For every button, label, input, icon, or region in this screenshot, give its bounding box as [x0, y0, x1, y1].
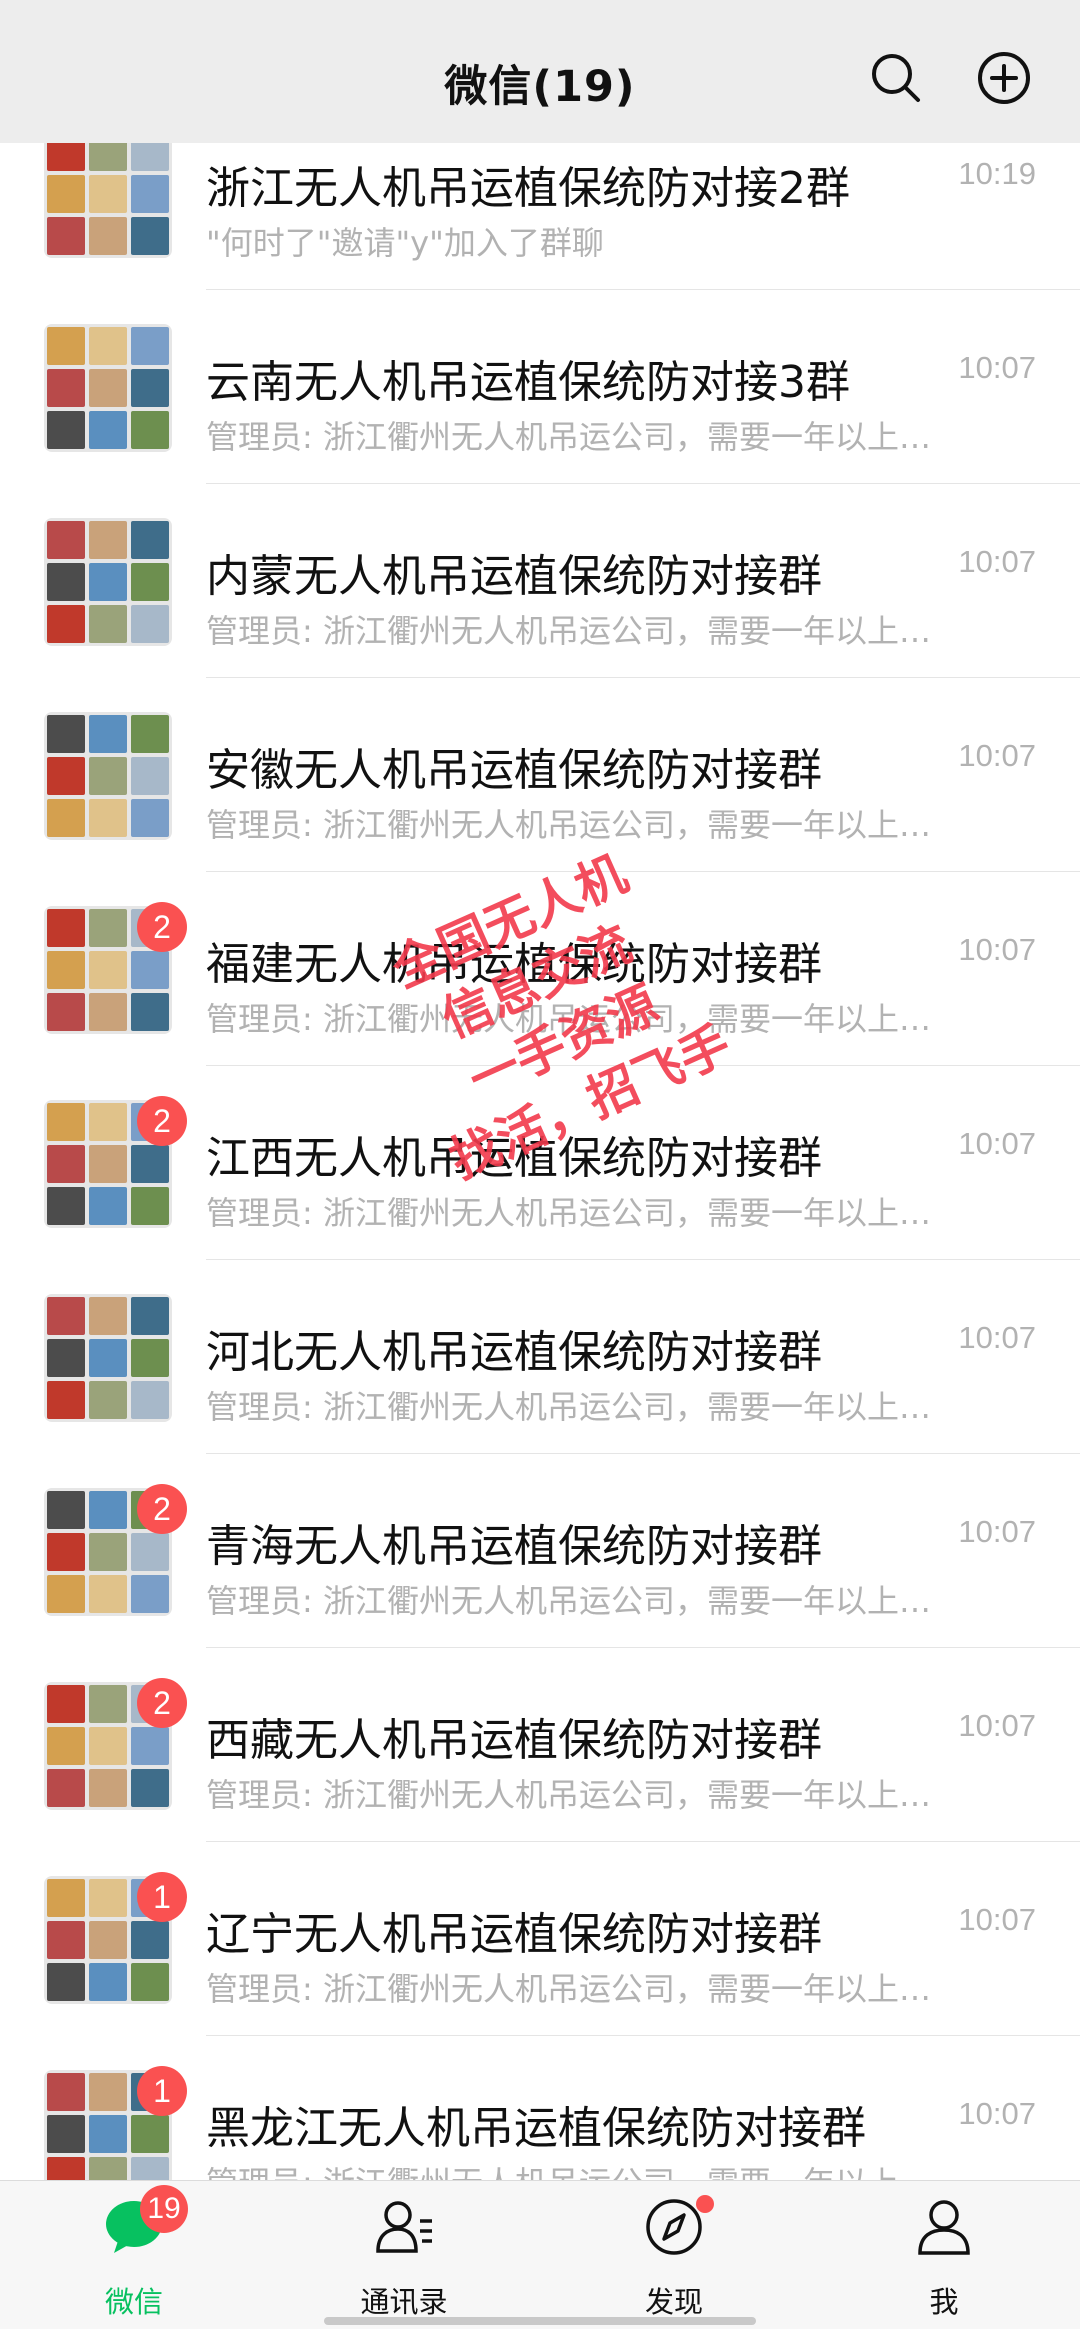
- group-avatar: [44, 324, 172, 452]
- chat-row[interactable]: 2 福建无人机吊运植保统防对接群 10:07 管理员: 浙江衢州无人机吊运公司，需要一…: [0, 872, 1080, 1066]
- chat-time: 10:07: [958, 1708, 1036, 1743]
- chat-time: 10:07: [958, 350, 1036, 385]
- chat-preview: 管理员: 浙江衢州无人机吊运公司，需要一年以上…: [206, 1776, 931, 1814]
- chat-preview: 管理员: 浙江衢州无人机吊运公司，需要一年以上…: [206, 612, 931, 650]
- tab-label: 微信: [104, 2285, 163, 2319]
- chat-preview: 管理员: 浙江衢州无人机吊运公司，需要一年以上…: [206, 806, 931, 844]
- group-avatar: [44, 712, 172, 840]
- unread-badge: 1: [137, 2066, 187, 2116]
- chat-preview: 管理员: 浙江衢州无人机吊运公司，需要一年以上…: [206, 418, 931, 456]
- chat-time: 10:07: [958, 1514, 1036, 1549]
- top-bar: 微信(19): [0, 0, 1080, 143]
- search-icon[interactable]: [868, 50, 924, 106]
- unread-badge: 2: [137, 1678, 187, 1728]
- chat-preview: "何时了"邀请"y"加入了群聊: [206, 224, 604, 262]
- chat-preview: 管理员: 浙江衢州无人机吊运公司，需要一年以上…: [206, 1970, 931, 2008]
- chat-time: 10:07: [958, 738, 1036, 773]
- chat-row[interactable]: 内蒙无人机吊运植保统防对接群 10:07 管理员: 浙江衢州无人机吊运公司，需要一年…: [0, 484, 1080, 678]
- group-avatar: [44, 1294, 172, 1422]
- chat-time: 10:07: [958, 544, 1036, 579]
- tab-chats[interactable]: 19 微信: [34, 2181, 234, 2329]
- chat-time: 10:07: [958, 932, 1036, 967]
- contacts-icon: [374, 2197, 434, 2257]
- chat-name: 西藏无人机吊运植保统防对接群: [206, 1715, 822, 1766]
- chat-list[interactable]: 浙江无人机吊运植保统防对接2群 10:19 "何时了"邀请"y"加入了群聊云南无人机…: [0, 143, 1080, 2180]
- unread-badge: 2: [137, 1096, 187, 1146]
- unread-badge: 2: [137, 1484, 187, 1534]
- new-activity-dot: [696, 2195, 714, 2213]
- chat-time: 10:07: [958, 2096, 1036, 2131]
- chat-preview: 管理员: 浙江衢州无人机吊运公司，需要一年以上…: [206, 1582, 931, 1620]
- tab-me[interactable]: 我: [844, 2181, 1044, 2329]
- chat-row[interactable]: 2 西藏无人机吊运植保统防对接群 10:07 管理员: 浙江衢州无人机吊运公司，需要一…: [0, 1648, 1080, 1842]
- chat-time: 10:07: [958, 1126, 1036, 1161]
- chat-preview: 管理员: 浙江衢州无人机吊运公司，需要一年以上…: [206, 2158, 996, 2180]
- chat-row[interactable]: 1 黑龙江无人机吊运植保统防对接群 10:07 管理员: 浙江衢州无人机吊运公司，需要…: [0, 2036, 1080, 2180]
- chat-time: 10:07: [958, 1320, 1036, 1355]
- tab-label: 通讯录: [360, 2285, 448, 2319]
- unread-count-badge: 19: [140, 2185, 188, 2233]
- chat-time: 10:19: [958, 156, 1036, 191]
- bottom-tab-bar: 19 微信 通讯录 发现 我: [0, 2180, 1080, 2329]
- compass-icon: [644, 2197, 704, 2257]
- chat-row[interactable]: 安徽无人机吊运植保统防对接群 10:07 管理员: 浙江衢州无人机吊运公司，需要一年…: [0, 678, 1080, 872]
- chat-row[interactable]: 2 青海无人机吊运植保统防对接群 10:07 管理员: 浙江衢州无人机吊运公司，需要一…: [0, 1454, 1080, 1648]
- tab-label: 我: [929, 2285, 959, 2319]
- chat-name: 黑龙江无人机吊运植保统防对接群: [206, 2103, 866, 2154]
- chat-name: 浙江无人机吊运植保统防对接2群: [206, 163, 850, 214]
- chat-name: 内蒙无人机吊运植保统防对接群: [206, 551, 822, 602]
- tab-discover[interactable]: 发现: [574, 2181, 774, 2329]
- chat-name: 福建无人机吊运植保统防对接群: [206, 939, 822, 990]
- chat-row[interactable]: 河北无人机吊运植保统防对接群 10:07 管理员: 浙江衢州无人机吊运公司，需要一年…: [0, 1260, 1080, 1454]
- unread-badge: 1: [137, 1872, 187, 1922]
- chat-name: 青海无人机吊运植保统防对接群: [206, 1521, 822, 1572]
- person-icon: [914, 2197, 974, 2257]
- home-indicator: [324, 2317, 756, 2325]
- chat-preview: 管理员: 浙江衢州无人机吊运公司，需要一年以上…: [206, 1388, 931, 1426]
- chat-name: 云南无人机吊运植保统防对接3群: [206, 357, 850, 408]
- chat-name: 安徽无人机吊运植保统防对接群: [206, 745, 822, 796]
- chat-time: 10:07: [958, 1902, 1036, 1937]
- chat-row[interactable]: 2 江西无人机吊运植保统防对接群 10:07 管理员: 浙江衢州无人机吊运公司，需要一…: [0, 1066, 1080, 1260]
- chat-preview: 管理员: 浙江衢州无人机吊运公司，需要一年以上…: [206, 1000, 931, 1038]
- chat-row[interactable]: 浙江无人机吊运植保统防对接2群 10:19 "何时了"邀请"y"加入了群聊: [0, 143, 1080, 290]
- tab-contacts[interactable]: 通讯录: [304, 2181, 504, 2329]
- unread-badge: 2: [137, 902, 187, 952]
- chat-row[interactable]: 1 辽宁无人机吊运植保统防对接群 10:07 管理员: 浙江衢州无人机吊运公司，需要一…: [0, 1842, 1080, 2036]
- plus-circle-icon[interactable]: [976, 50, 1032, 106]
- chat-row[interactable]: 云南无人机吊运植保统防对接3群 10:07 管理员: 浙江衢州无人机吊运公司，需要一…: [0, 290, 1080, 484]
- group-avatar: [44, 518, 172, 646]
- chat-name: 江西无人机吊运植保统防对接群: [206, 1133, 822, 1184]
- chat-name: 河北无人机吊运植保统防对接群: [206, 1327, 822, 1378]
- chat-preview: 管理员: 浙江衢州无人机吊运公司，需要一年以上…: [206, 1194, 931, 1232]
- group-avatar: [44, 143, 172, 258]
- tab-label: 发现: [644, 2285, 703, 2319]
- chat-name: 辽宁无人机吊运植保统防对接群: [206, 1909, 822, 1960]
